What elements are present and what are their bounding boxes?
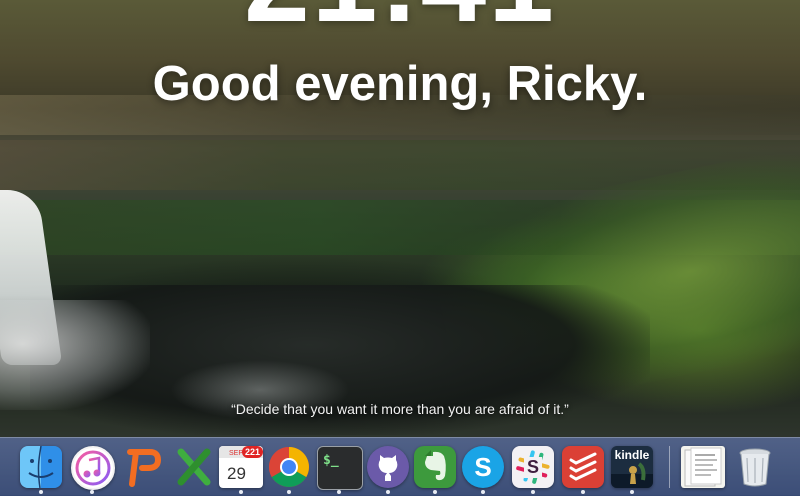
- calendar-day: 29: [227, 464, 246, 483]
- running-indicator: [433, 490, 437, 494]
- running-indicator: [90, 490, 94, 494]
- todoist-icon[interactable]: [562, 446, 604, 488]
- notification-badge: 221: [241, 446, 263, 458]
- slack-letter: S: [523, 456, 542, 478]
- dock-separator: [669, 446, 670, 488]
- waterfall-splash: [0, 300, 150, 410]
- itunes-icon[interactable]: [71, 446, 115, 490]
- running-indicator: [481, 490, 485, 494]
- calendar-icon[interactable]: SEP 29 221: [219, 446, 263, 488]
- running-indicator: [630, 490, 634, 494]
- evernote-icon[interactable]: [414, 446, 456, 488]
- running-indicator: [531, 490, 535, 494]
- greeting-text: Good evening, Ricky.: [152, 57, 648, 111]
- motivational-quote: “Decide that you want it more than you a…: [231, 401, 569, 417]
- running-indicator: [386, 490, 390, 494]
- running-indicator: [39, 490, 43, 494]
- skype-icon[interactable]: S: [462, 446, 504, 488]
- github-icon[interactable]: [367, 446, 409, 488]
- document-stack-icon[interactable]: [681, 446, 725, 488]
- pages-icon[interactable]: [122, 446, 164, 488]
- running-indicator: [337, 490, 341, 494]
- kindle-icon[interactable]: kindle: [611, 446, 653, 488]
- terminal-icon[interactable]: $_: [317, 446, 363, 490]
- terminal-prompt: $_: [323, 453, 339, 468]
- skype-letter: S: [474, 451, 492, 482]
- slack-icon[interactable]: S: [512, 446, 554, 488]
- running-indicator: [287, 490, 291, 494]
- excel-icon[interactable]: [173, 446, 215, 488]
- dock: SEP 29 221 $_ S S kindle: [0, 437, 800, 496]
- finder-icon[interactable]: [20, 446, 62, 488]
- running-indicator: [239, 490, 243, 494]
- clock-time: 21:41: [0, 0, 800, 40]
- chrome-icon[interactable]: [268, 446, 310, 488]
- trash-icon[interactable]: [733, 446, 777, 488]
- running-indicator: [581, 490, 585, 494]
